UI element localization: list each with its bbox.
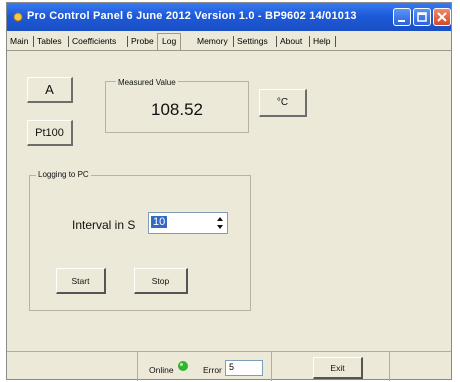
app-window: Pro Control Panel 6 June 2012 Version 1.… (6, 2, 452, 381)
start-button-label: Start (71, 275, 90, 286)
title-bar[interactable]: Pro Control Panel 6 June 2012 Version 1.… (7, 3, 451, 31)
channel-label: A (45, 82, 54, 97)
measured-value: 108.52 (151, 100, 203, 119)
maximize-button[interactable] (413, 8, 431, 26)
error-label: Error (203, 365, 222, 375)
minimize-button[interactable] (393, 8, 411, 26)
logging-group-label: Logging to PC (36, 170, 91, 179)
error-field[interactable]: 5 (225, 360, 263, 376)
stop-button-label: Stop (151, 275, 170, 286)
spin-up-down-icon[interactable] (215, 215, 225, 231)
app-icon (13, 12, 23, 22)
unit-label: °C (276, 97, 289, 108)
sensor-display: Pt100 (27, 120, 73, 146)
tab-about[interactable]: About (280, 36, 302, 46)
tab-coefficients[interactable]: Coefficients (72, 36, 116, 46)
interval-label: Interval in S (72, 218, 136, 232)
channel-display: A (27, 77, 73, 103)
tab-memory[interactable]: Memory (197, 36, 228, 46)
tab-main[interactable]: Main (10, 36, 28, 46)
exit-button-label: Exit (330, 362, 345, 373)
exit-button[interactable]: Exit (313, 357, 363, 379)
spin-arrows[interactable] (215, 215, 225, 231)
tab-tables[interactable]: Tables (37, 36, 62, 46)
error-value: 5 (229, 362, 235, 372)
tab-help[interactable]: Help (313, 36, 330, 46)
online-label: Online (149, 365, 174, 375)
close-icon (437, 12, 447, 22)
tab-probe[interactable]: Probe (131, 36, 154, 46)
start-button[interactable]: Start (56, 268, 106, 294)
stop-button[interactable]: Stop (134, 268, 188, 294)
unit-display: °C (259, 89, 307, 117)
measured-value-panel: Measured Value 108.52 (105, 78, 249, 133)
minimize-icon (398, 20, 405, 22)
close-button[interactable] (433, 8, 451, 26)
online-indicator-icon (178, 361, 188, 371)
tab-bar: Main Tables Coefficients Probe Log Memor… (7, 33, 451, 51)
window-title: Pro Control Panel 6 June 2012 Version 1.… (27, 10, 357, 22)
sensor-label: Pt100 (35, 126, 64, 139)
tab-settings[interactable]: Settings (237, 36, 268, 46)
interval-value[interactable]: 10 (151, 216, 168, 228)
tab-log[interactable]: Log (157, 33, 182, 50)
interval-spinbox[interactable]: 10 (148, 212, 228, 234)
maximize-icon (417, 12, 427, 22)
measured-value-label: Measured Value (116, 78, 178, 87)
logging-group: Logging to PC Interval in S 10 Start Sto… (29, 170, 251, 311)
